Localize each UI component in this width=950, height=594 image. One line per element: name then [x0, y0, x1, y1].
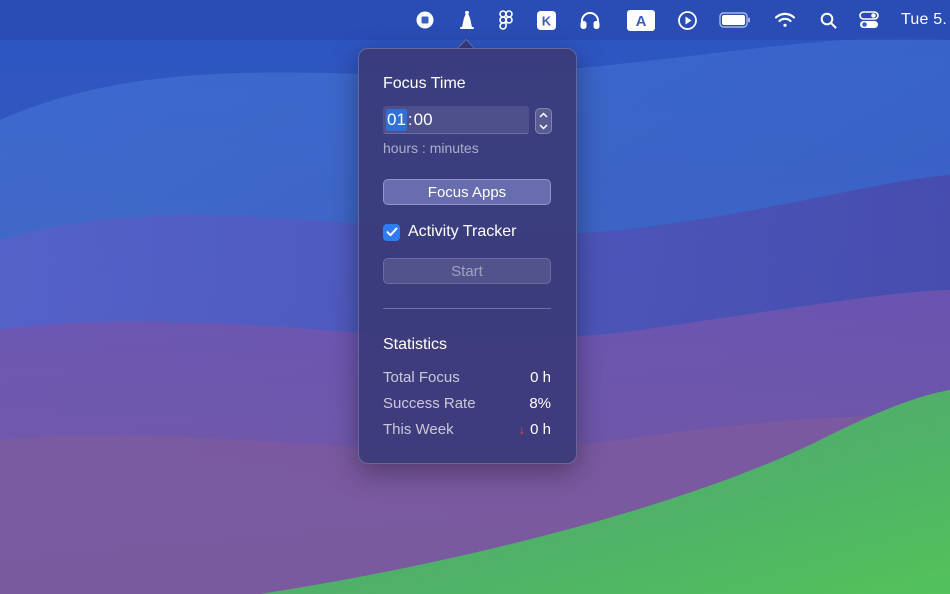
k-app-label: K: [541, 13, 551, 28]
focus-popover: Focus Time 01:00 hours : minutes Focus A…: [358, 48, 577, 464]
stat-row-success-rate: Success Rate 8%: [383, 393, 551, 413]
focus-time-title: Focus Time: [383, 75, 466, 92]
arrow-down-icon: ↓: [518, 421, 526, 437]
stat-value: 0 h: [530, 420, 551, 438]
stop-icon[interactable]: [414, 8, 436, 32]
figma-icon[interactable]: [495, 8, 517, 32]
activity-tracker-row[interactable]: Activity Tracker: [383, 222, 516, 242]
menubar-clock[interactable]: Tue 5.: [901, 11, 947, 29]
start-button[interactable]: Start: [383, 258, 551, 284]
search-icon[interactable]: [817, 8, 839, 32]
time-separator: :: [407, 109, 413, 129]
k-app-icon[interactable]: K: [535, 8, 557, 32]
time-minutes-segment[interactable]: 00: [414, 110, 433, 130]
stat-value: 0 h: [530, 368, 551, 386]
menu-bar: K A Tue 5.: [0, 0, 950, 40]
activity-tracker-checkbox[interactable]: [383, 223, 400, 241]
checkmark-icon: [386, 227, 397, 237]
stepper-up-icon[interactable]: [536, 109, 551, 121]
stat-label: Success Rate: [383, 394, 476, 412]
stat-row-total-focus: Total Focus 0 h: [383, 367, 551, 387]
focus-app-icon[interactable]: [456, 8, 478, 32]
focus-time-field[interactable]: 01:00: [383, 106, 529, 134]
statistics-title: Statistics: [383, 336, 448, 353]
stepper-down-icon[interactable]: [536, 121, 551, 133]
stat-label: This Week: [383, 420, 454, 438]
control-center-icon[interactable]: [857, 8, 881, 32]
time-hours-segment[interactable]: 01: [386, 108, 407, 131]
headphones-icon[interactable]: [578, 8, 602, 32]
time-format-hint: hours : minutes: [383, 140, 479, 156]
stat-row-this-week: This Week ↓ 0 h: [383, 419, 551, 439]
play-circle-icon[interactable]: [676, 8, 698, 32]
divider: [383, 308, 551, 309]
stat-value: 8%: [529, 394, 551, 412]
input-source-label: A: [636, 13, 647, 30]
activity-tracker-label: Activity Tracker: [408, 223, 517, 240]
stat-label: Total Focus: [383, 368, 460, 386]
input-source-icon[interactable]: A: [626, 8, 656, 32]
stat-value-this-week: ↓ 0 h: [519, 421, 551, 438]
wifi-icon[interactable]: [773, 8, 797, 32]
battery-icon[interactable]: [718, 8, 752, 32]
focus-apps-button[interactable]: Focus Apps: [383, 179, 551, 205]
time-stepper[interactable]: [535, 108, 552, 134]
